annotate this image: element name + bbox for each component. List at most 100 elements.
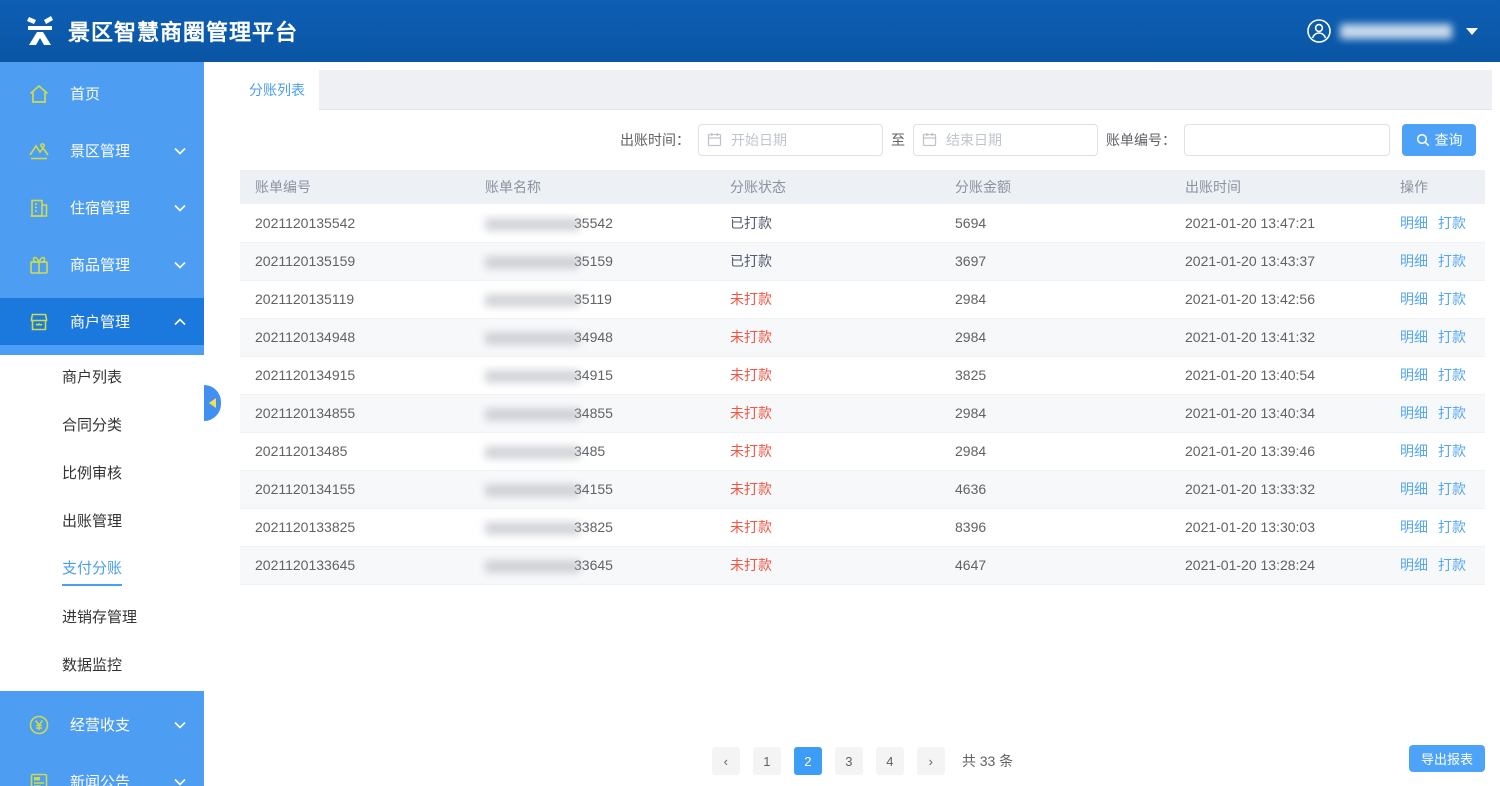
sidebar-item-label: 商品管理 (70, 254, 130, 275)
table-row: 2021120135542 35542 已打款 5694 2021-01-20 … (240, 204, 1485, 242)
sidebar-item-goods[interactable]: 商品管理 (0, 241, 204, 288)
table-row: 202112013485 3485 未打款 2984 2021-01-20 13… (240, 432, 1485, 470)
end-date-picker[interactable] (913, 124, 1098, 156)
status-cell: 未打款 (715, 318, 940, 356)
submenu-item-label: 商户列表 (62, 366, 122, 393)
pay-link[interactable]: 打款 (1438, 481, 1466, 497)
date-filter-label: 出账时间： (620, 130, 690, 150)
submenu-item-label: 支付分账 (62, 557, 122, 586)
lodging-icon (28, 197, 50, 219)
submenu-item-contract-category[interactable]: 合同分类 (0, 403, 204, 451)
actions-cell: 明细打款 (1385, 508, 1485, 546)
pay-link[interactable]: 打款 (1438, 291, 1466, 307)
detail-link[interactable]: 明细 (1400, 253, 1428, 269)
pay-link[interactable]: 打款 (1438, 329, 1466, 345)
col-bill-no: 账单编号 (240, 170, 470, 204)
split-table: 账单编号 账单名称 分账状态 分账金额 出账时间 操作 202112013554… (240, 170, 1485, 585)
redacted-text (485, 218, 580, 231)
detail-link[interactable]: 明细 (1400, 329, 1428, 345)
bill-no-cell: 2021120134155 (240, 470, 470, 508)
detail-link[interactable]: 明细 (1400, 215, 1428, 231)
user-menu[interactable] (1306, 18, 1478, 44)
bill-name-cell: 34915 (470, 356, 715, 394)
app-logo: 景区智慧商圈管理平台 (22, 13, 298, 49)
revenue-icon (28, 714, 50, 736)
bill-no-cell: 2021120134915 (240, 356, 470, 394)
bill-name-cell: 34855 (470, 394, 715, 432)
next-page-button[interactable]: › (917, 747, 945, 775)
sidebar-item-lodging[interactable]: 住宿管理 (0, 184, 204, 231)
amount-cell: 3697 (940, 242, 1170, 280)
submenu-item-label: 进销存管理 (62, 606, 137, 633)
table-header-row: 账单编号 账单名称 分账状态 分账金额 出账时间 操作 (240, 170, 1485, 204)
table-row: 2021120134948 34948 未打款 2984 2021-01-20 … (240, 318, 1485, 356)
detail-link[interactable]: 明细 (1400, 519, 1428, 535)
pay-link[interactable]: 打款 (1438, 253, 1466, 269)
goods-icon (28, 254, 50, 276)
search-button-label: 查询 (1435, 130, 1463, 150)
detail-link[interactable]: 明细 (1400, 367, 1428, 383)
actions-cell: 明细打款 (1385, 546, 1485, 584)
status-cell: 已打款 (715, 204, 940, 242)
submenu-item-label: 数据监控 (62, 654, 122, 681)
submenu-item-merchant-list[interactable]: 商户列表 (0, 355, 204, 403)
table-row: 2021120135119 35119 未打款 2984 2021-01-20 … (240, 280, 1485, 318)
col-bill-name: 账单名称 (470, 170, 715, 204)
total-count-label: 共 33 条 (962, 751, 1013, 771)
start-date-input[interactable] (698, 124, 883, 156)
submenu-item-label: 合同分类 (62, 414, 122, 441)
status-cell: 未打款 (715, 546, 940, 584)
sidebar-item-revenue[interactable]: 经营收支 (0, 701, 204, 748)
table-row: 2021120134155 34155 未打款 4636 2021-01-20 … (240, 470, 1485, 508)
search-button[interactable]: 查询 (1402, 124, 1476, 156)
detail-link[interactable]: 明细 (1400, 481, 1428, 497)
pay-link[interactable]: 打款 (1438, 519, 1466, 535)
page-button-3[interactable]: 3 (835, 747, 863, 775)
bill-no-input[interactable] (1184, 124, 1390, 156)
time-cell: 2021-01-20 13:39:46 (1170, 432, 1385, 470)
sidebar-item-merchant[interactable]: 商户管理 (0, 298, 204, 345)
bill-no-cell: 2021120135542 (240, 204, 470, 242)
detail-link[interactable]: 明细 (1400, 557, 1428, 573)
page-button-2[interactable]: 2 (794, 747, 822, 775)
submenu-item-data-monitor[interactable]: 数据监控 (0, 643, 204, 691)
tab-split-list[interactable]: 分账列表 (235, 70, 319, 110)
detail-link[interactable]: 明细 (1400, 405, 1428, 421)
pay-link[interactable]: 打款 (1438, 215, 1466, 231)
bill-no-cell: 2021120133825 (240, 508, 470, 546)
export-report-button[interactable]: 导出报表 (1409, 745, 1485, 772)
page-button-1[interactable]: 1 (753, 747, 781, 775)
pay-link[interactable]: 打款 (1438, 367, 1466, 383)
calendar-icon (922, 132, 937, 147)
bill-name-cell: 33825 (470, 508, 715, 546)
pay-link[interactable]: 打款 (1438, 557, 1466, 573)
end-date-input[interactable] (913, 124, 1098, 156)
table-row: 2021120133645 33645 未打款 4647 2021-01-20 … (240, 546, 1485, 584)
status-cell: 未打款 (715, 470, 940, 508)
bill-no-cell: 2021120135119 (240, 280, 470, 318)
sidebar-item-news[interactable]: 新闻公告 (0, 758, 204, 786)
pay-link[interactable]: 打款 (1438, 405, 1466, 421)
submenu-item-payment-split[interactable]: 支付分账 (0, 547, 204, 595)
detail-link[interactable]: 明细 (1400, 443, 1428, 459)
prev-page-button[interactable]: ‹ (712, 747, 740, 775)
time-cell: 2021-01-20 13:43:37 (1170, 242, 1385, 280)
sidebar-item-home[interactable]: 首页 (0, 70, 204, 117)
submenu-item-inventory-management[interactable]: 进销存管理 (0, 595, 204, 643)
home-icon (28, 83, 50, 105)
redacted-text (485, 484, 580, 497)
page-title: 景区智慧商圈管理平台 (68, 15, 298, 47)
pay-link[interactable]: 打款 (1438, 443, 1466, 459)
detail-link[interactable]: 明细 (1400, 291, 1428, 307)
actions-cell: 明细打款 (1385, 470, 1485, 508)
sidebar-item-scenic[interactable]: 景区管理 (0, 127, 204, 174)
bill-no-cell: 2021120133645 (240, 546, 470, 584)
bill-no-cell: 2021120134855 (240, 394, 470, 432)
start-date-picker[interactable] (698, 124, 883, 156)
page-button-4[interactable]: 4 (876, 747, 904, 775)
submenu-item-billing-management[interactable]: 出账管理 (0, 499, 204, 547)
submenu-item-ratio-review[interactable]: 比例审核 (0, 451, 204, 499)
table-row: 2021120134855 34855 未打款 2984 2021-01-20 … (240, 394, 1485, 432)
bill-name-cell: 34155 (470, 470, 715, 508)
submenu-item-label: 出账管理 (62, 510, 122, 537)
